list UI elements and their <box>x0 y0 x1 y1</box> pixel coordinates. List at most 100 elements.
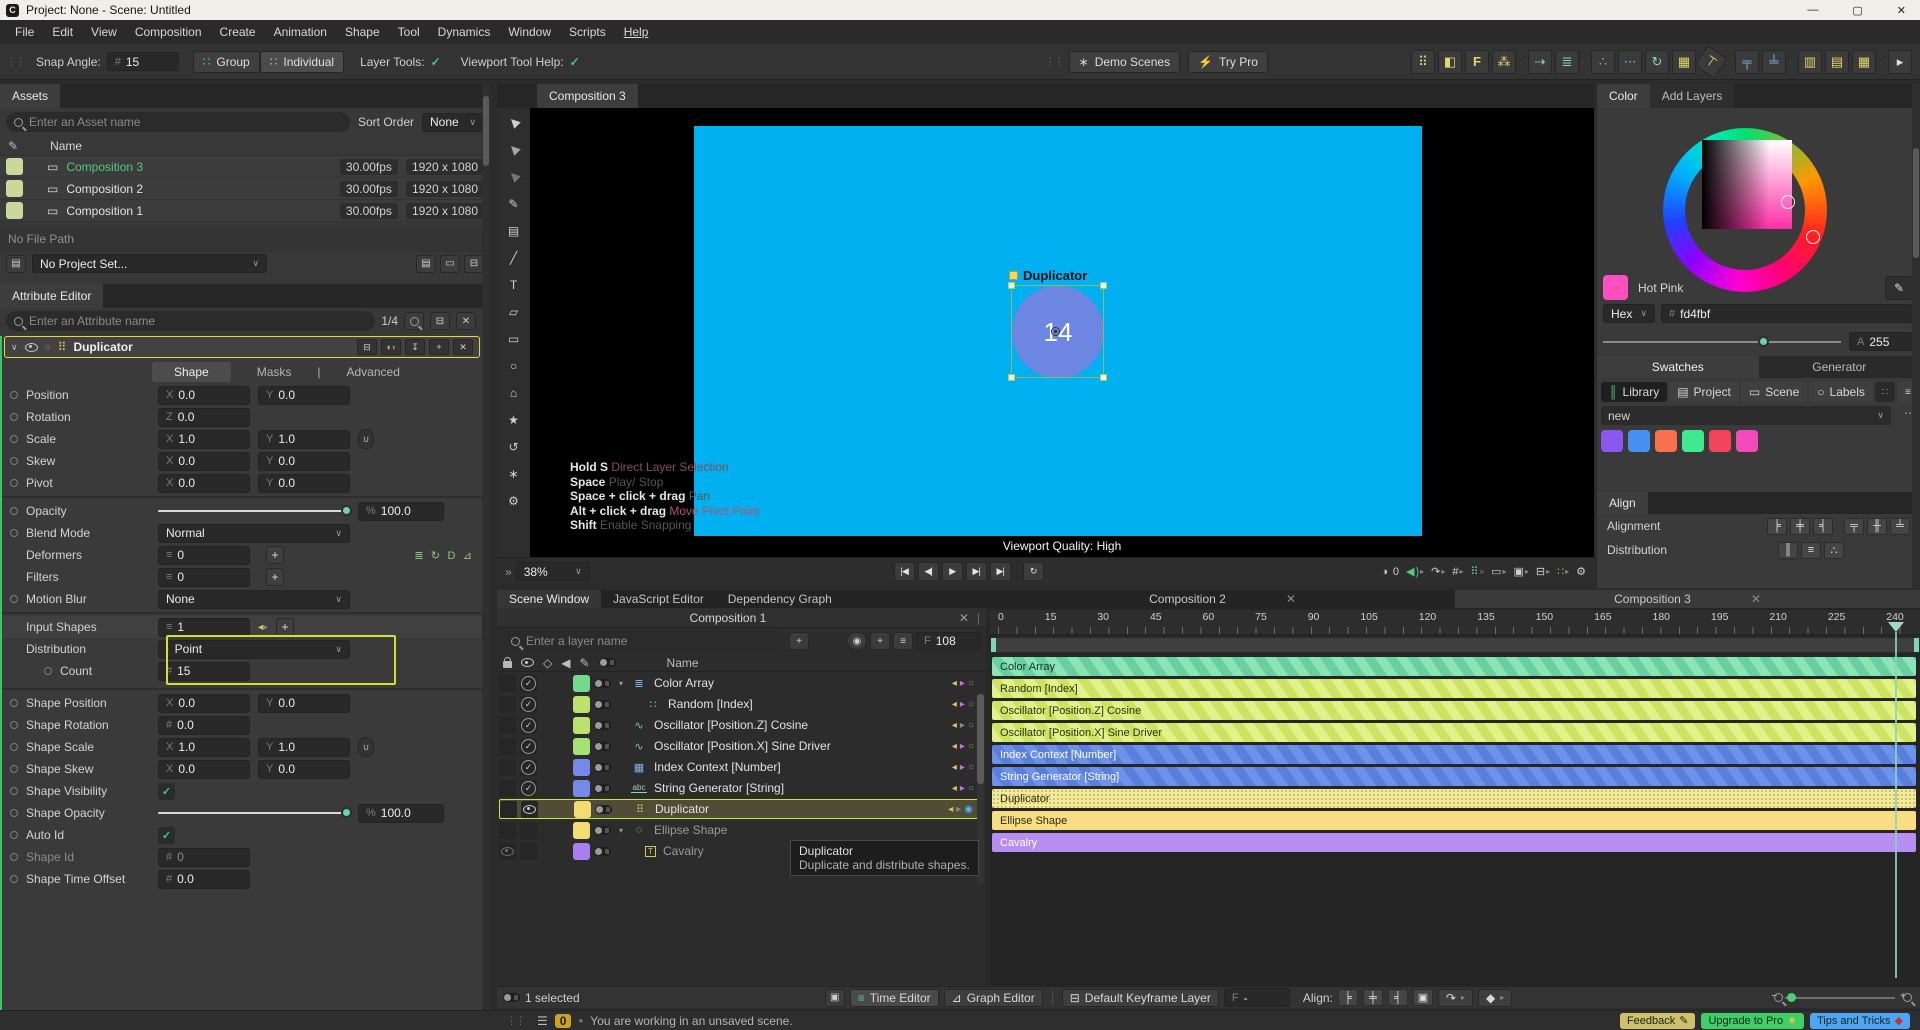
add-filter-icon[interactable]: ⊟ <box>430 312 450 330</box>
distribute-h-button[interactable]: ║ <box>1778 541 1798 559</box>
asset-row-composition-3[interactable]: ▭ Composition 3 30.00fps 1920 x 1080 <box>0 156 490 178</box>
menu-composition[interactable]: Composition <box>126 20 211 44</box>
layer-color-chip[interactable] <box>573 674 590 692</box>
pivot-x-field[interactable]: X 0.0 <box>158 473 250 493</box>
tab-advanced[interactable]: Advanced <box>325 362 422 382</box>
layer-color-chip[interactable] <box>573 737 590 755</box>
pen-tool[interactable]: ✎ <box>503 195 525 213</box>
keyframe-dot[interactable] <box>10 809 18 817</box>
keyframe-dot[interactable] <box>10 457 18 465</box>
menu-help[interactable]: Help <box>615 20 658 44</box>
toggle-column-icon[interactable] <box>598 658 616 667</box>
timeline-bar-cavalry[interactable]: Cavalry <box>992 833 1916 852</box>
next-frame-button[interactable]: ▶| <box>965 562 987 581</box>
selection-handle[interactable] <box>1008 282 1015 289</box>
swatch-pink[interactable] <box>1736 430 1758 452</box>
toolbar-sequence-icon[interactable]: ⋯ <box>1618 49 1642 74</box>
solo-circle-icon[interactable]: ○ <box>968 720 974 731</box>
skew-y-field[interactable]: Y 0.0 <box>258 451 350 471</box>
shape-position-y-field[interactable]: Y 0.0 <box>258 693 350 713</box>
close-tab-icon[interactable]: ✕ <box>1751 592 1761 606</box>
skew-x-field[interactable]: X 0.0 <box>158 451 250 471</box>
visibility-toggle[interactable] <box>594 741 611 751</box>
swatch-blue[interactable] <box>1628 430 1650 452</box>
toolbar-align-top-icon[interactable]: ╤ <box>1735 49 1759 74</box>
solo-circle-icon[interactable]: ○ <box>968 762 974 773</box>
align-left-button[interactable]: ╞ <box>1767 517 1787 535</box>
guides-icon[interactable]: ⠿» <box>1471 565 1485 578</box>
toolbar-arc-icon[interactable]: ↻ <box>1645 49 1669 74</box>
add-input-shape-button[interactable]: + <box>276 618 295 636</box>
link-xy-icon[interactable]: ∪ <box>358 429 374 449</box>
keyframe-dot[interactable] <box>10 595 18 603</box>
hex-field[interactable]: # fd4fbf <box>1661 304 1913 323</box>
distribution-select[interactable]: · Point ∨ <box>158 639 350 659</box>
layers-view-icon[interactable]: ▣ ▸ <box>1513 565 1528 578</box>
audio-column-icon[interactable]: ◀ <box>561 656 570 670</box>
close-button[interactable]: ✕ <box>1897 4 1906 17</box>
maximize-button[interactable]: ▢ <box>1852 4 1862 17</box>
enabled-badge[interactable]: ✓ <box>521 780 536 796</box>
alpha-slider[interactable] <box>1603 335 1841 347</box>
ellipse-tool[interactable]: ○ <box>503 357 525 375</box>
toolbar-connect-icon[interactable]: ⇢ <box>1528 49 1552 74</box>
console-icon[interactable]: ☰ <box>537 1014 548 1028</box>
trash-icon[interactable]: ⊟ <box>464 254 484 273</box>
onion-skin-icon[interactable]: ◑ 0 <box>1381 566 1399 578</box>
line-tool[interactable]: ╱ <box>503 249 525 267</box>
menu-edit[interactable]: Edit <box>43 20 82 44</box>
distribute-v-button[interactable]: ≡ <box>1801 541 1821 559</box>
left-panel-scrollbar[interactable] <box>482 84 490 1010</box>
auto-id-checkbox[interactable]: ✓ <box>158 826 175 844</box>
shape-opacity-field[interactable]: % 100.0 <box>358 803 444 823</box>
keyframe-frame-field[interactable]: F- <box>1223 988 1290 1007</box>
visibility-column-icon[interactable] <box>521 658 534 667</box>
eyedropper-button[interactable]: ✎ <box>1885 275 1913 300</box>
filter-layers-icon[interactable]: ◉ <box>847 632 867 650</box>
layer-row-color-array[interactable]: ✓ ▾ ≣ Color Array ◂ ▸ ○ <box>499 673 984 693</box>
grid-snap-icon[interactable]: # ▸ <box>1452 566 1463 578</box>
tab-align[interactable]: Align <box>1597 492 1648 514</box>
timeline-ruler[interactable]: 0 15 30 45 60 75 90 105 120 135 150 165 180 195… <box>990 610 1920 634</box>
asset-color-chip[interactable] <box>6 180 23 197</box>
checker-icon[interactable]: ∷ ▸ <box>1557 565 1569 578</box>
enabled-badge[interactable]: ✓ <box>521 759 536 775</box>
align-bottom-button[interactable]: ╧ <box>1890 517 1910 535</box>
visibility-toggle[interactable] <box>594 783 611 793</box>
keyframe-dot[interactable] <box>10 831 18 839</box>
toolbar-drag-handle[interactable]: ⋮⋮ <box>6 55 26 68</box>
visibility-toggle[interactable] <box>594 762 611 772</box>
layer-row-duplicator[interactable]: ⠿ Duplicator ◂ ▸ ◉ <box>499 799 984 819</box>
right-panel-scrollbar[interactable] <box>1912 84 1920 588</box>
dock-icon[interactable]: ▣ <box>824 988 845 1007</box>
try-pro-button[interactable]: ⚡ Try Pro <box>1188 50 1268 73</box>
layer-color-chip[interactable] <box>573 779 590 797</box>
tab-dependency-graph[interactable]: Dependency Graph <box>716 590 844 608</box>
timeline-range-bar[interactable] <box>990 637 1920 653</box>
keyframe-dot[interactable] <box>10 787 18 795</box>
close-attribute-icon[interactable]: ✕ <box>453 339 473 355</box>
in-connection-icon[interactable]: ◂ <box>952 741 957 752</box>
snap-angle-field[interactable]: # 15 <box>106 52 179 71</box>
in-connection-icon[interactable]: ◂ <box>952 678 957 689</box>
close-tab-icon[interactable]: ✕ <box>1286 592 1296 606</box>
menu-dynamics[interactable]: Dynamics <box>429 20 500 44</box>
opacity-field[interactable]: % 100.0 <box>358 501 444 521</box>
layer-search-input[interactable] <box>526 634 775 648</box>
menu-window[interactable]: Window <box>499 20 560 44</box>
solo-radio-icon[interactable]: ◉ <box>964 804 973 815</box>
timeline-bar-string-generator[interactable]: String Generator [String] <box>992 767 1916 786</box>
menu-scripts[interactable]: Scripts <box>560 20 615 44</box>
layer-row-oscillator-z[interactable]: ✓ ∿ Oscillator [Position.Z] Cosine ◂ ▸ ○ <box>499 715 984 735</box>
toolbar-mallet-icon[interactable]: ⊤ <box>1694 44 1728 79</box>
layer-search[interactable] <box>503 631 783 651</box>
attribute-search[interactable] <box>6 311 376 331</box>
new-comp-icon[interactable]: ▭ <box>440 254 460 273</box>
project-set-icon[interactable]: ▤ <box>6 254 26 273</box>
timeline-bar-oscillator-z[interactable]: Oscillator [Position.Z] Cosine <box>992 701 1916 720</box>
asset-row-composition-1[interactable]: ▭ Composition 1 30.00fps 1920 x 1080 <box>0 200 490 222</box>
asset-search[interactable] <box>6 112 350 132</box>
duplicate-view-icon[interactable]: ⊟ ▸ <box>1536 565 1550 578</box>
tool-settings-gear-icon[interactable]: ⚙ <box>503 492 525 510</box>
out-connection-icon[interactable]: ▸ <box>960 762 965 773</box>
